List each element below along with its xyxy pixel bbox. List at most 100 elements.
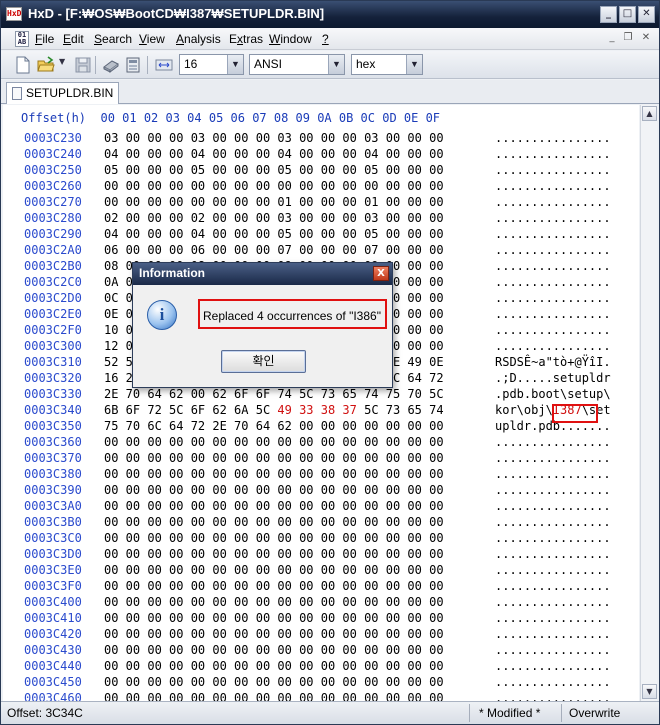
row-bytes[interactable]: 00 00 00 00 00 00 00 00 00 00 00 00 00 0… <box>104 563 444 577</box>
scroll-down-icon[interactable]: ▼ <box>642 684 657 699</box>
row-bytes[interactable]: 00 00 00 00 00 00 00 00 00 00 00 00 00 0… <box>104 579 444 593</box>
row-bytes[interactable]: 00 00 00 00 00 00 00 00 00 00 00 00 00 0… <box>104 691 444 701</box>
hex-row[interactable]: 0003C340 6B 6F 72 5C 6F 62 6A 5C 49 33 38… <box>3 403 639 419</box>
row-ascii[interactable]: .;D.....setupldr <box>495 371 611 385</box>
menu-analysis[interactable]: Analysis <box>176 32 221 46</box>
row-ascii[interactable]: ................ <box>495 163 611 177</box>
hex-row[interactable]: 0003C350 75 70 6C 64 72 2E 70 64 62 00 00… <box>3 419 639 435</box>
row-ascii[interactable]: ................ <box>495 307 611 321</box>
row-bytes[interactable]: 00 00 00 00 00 00 00 00 00 00 00 00 00 0… <box>104 627 444 641</box>
row-bytes[interactable]: 05 00 00 00 05 00 00 00 05 00 00 00 05 0… <box>104 163 444 177</box>
row-ascii[interactable]: ................ <box>495 611 611 625</box>
hex-row[interactable]: 0003C3B0 00 00 00 00 00 00 00 00 00 00 00… <box>3 515 639 531</box>
hex-row[interactable]: 0003C3E0 00 00 00 00 00 00 00 00 00 00 00… <box>3 563 639 579</box>
row-ascii[interactable]: ................ <box>495 243 611 257</box>
minimize-icon[interactable]: _ <box>600 6 617 23</box>
hex-row[interactable]: 0003C3A0 00 00 00 00 00 00 00 00 00 00 00… <box>3 499 639 515</box>
row-bytes[interactable]: 00 00 00 00 00 00 00 00 00 00 00 00 00 0… <box>104 675 444 689</box>
menu-edit[interactable]: Edit <box>63 32 84 46</box>
offset-base-select[interactable]: hex ▼ <box>351 54 423 75</box>
row-bytes[interactable]: 00 00 00 00 00 00 00 00 00 00 00 00 00 0… <box>104 643 444 657</box>
dialog-title-bar[interactable]: Information X <box>133 263 392 285</box>
row-bytes[interactable]: 2E 70 64 62 00 62 6F 6F 74 5C 73 65 74 7… <box>104 387 444 401</box>
hex-row[interactable]: 0003C3D0 00 00 00 00 00 00 00 00 00 00 00… <box>3 547 639 563</box>
hex-row[interactable]: 0003C460 00 00 00 00 00 00 00 00 00 00 00… <box>3 691 639 701</box>
hex-row[interactable]: 0003C440 00 00 00 00 00 00 00 00 00 00 00… <box>3 659 639 675</box>
menu-view[interactable]: View <box>139 32 165 46</box>
row-ascii[interactable]: ................ <box>495 563 611 577</box>
row-ascii[interactable]: ................ <box>495 275 611 289</box>
row-bytes[interactable]: 00 00 00 00 00 00 00 00 00 00 00 00 00 0… <box>104 483 444 497</box>
row-ascii[interactable]: ................ <box>495 675 611 689</box>
mdi-minimize-icon[interactable]: _ <box>605 32 619 45</box>
close-icon[interactable]: ✕ <box>638 6 655 23</box>
row-ascii[interactable]: ................ <box>495 579 611 593</box>
row-ascii[interactable]: ................ <box>495 435 611 449</box>
disk-editor-icon[interactable] <box>102 56 120 74</box>
chevron-down-icon[interactable]: ▼ <box>227 55 243 74</box>
row-ascii[interactable]: ................ <box>495 147 611 161</box>
close-icon[interactable]: X <box>373 266 389 281</box>
menu-extras[interactable]: Extras <box>229 32 263 46</box>
hex-row[interactable]: 0003C290 04 00 00 00 04 00 00 00 05 00 00… <box>3 227 639 243</box>
row-bytes[interactable]: 06 00 00 00 06 00 00 00 07 00 00 00 07 0… <box>104 243 444 257</box>
row-bytes[interactable]: 04 00 00 00 04 00 00 00 04 00 00 00 04 0… <box>104 147 444 161</box>
ram-editor-icon[interactable] <box>124 56 142 74</box>
row-bytes[interactable]: 00 00 00 00 00 00 00 00 00 00 00 00 00 0… <box>104 467 444 481</box>
row-ascii[interactable]: ................ <box>495 131 611 145</box>
row-ascii[interactable]: ................ <box>495 595 611 609</box>
hex-row[interactable]: 0003C280 02 00 00 00 02 00 00 00 03 00 00… <box>3 211 639 227</box>
vertical-scrollbar[interactable]: ▲ ▼ <box>640 105 657 701</box>
row-ascii[interactable]: ................ <box>495 531 611 545</box>
hex-row[interactable]: 0003C430 00 00 00 00 00 00 00 00 00 00 00… <box>3 643 639 659</box>
title-bar[interactable]: HxD HxD - [F:₩OS₩BootCD₩I387₩SETUPLDR.BI… <box>1 1 659 28</box>
row-ascii[interactable]: ................ <box>495 659 611 673</box>
row-ascii[interactable]: ................ <box>495 227 611 241</box>
mdi-restore-icon[interactable]: ❐ <box>621 32 635 45</box>
hex-row[interactable]: 0003C240 04 00 00 00 04 00 00 00 04 00 00… <box>3 147 639 163</box>
row-bytes[interactable]: 00 00 00 00 00 00 00 00 00 00 00 00 00 0… <box>104 659 444 673</box>
row-ascii[interactable]: ................ <box>495 451 611 465</box>
charset-select[interactable]: ANSI ▼ <box>249 54 345 75</box>
row-bytes[interactable]: 00 00 00 00 00 00 00 00 00 00 00 00 00 0… <box>104 531 444 545</box>
hex-row[interactable]: 0003C250 05 00 00 00 05 00 00 00 05 00 00… <box>3 163 639 179</box>
row-ascii[interactable]: ................ <box>495 643 611 657</box>
row-bytes[interactable]: 03 00 00 00 03 00 00 00 03 00 00 00 03 0… <box>104 131 444 145</box>
new-file-icon[interactable] <box>14 56 32 74</box>
hex-row[interactable]: 0003C420 00 00 00 00 00 00 00 00 00 00 00… <box>3 627 639 643</box>
hex-row[interactable]: 0003C380 00 00 00 00 00 00 00 00 00 00 00… <box>3 467 639 483</box>
row-bytes[interactable]: 6B 6F 72 5C 6F 62 6A 5C 49 33 38 37 5C 7… <box>104 403 444 417</box>
hex-row[interactable]: 0003C270 00 00 00 00 00 00 00 00 01 00 00… <box>3 195 639 211</box>
row-ascii[interactable]: ................ <box>495 179 611 193</box>
scroll-up-icon[interactable]: ▲ <box>642 106 657 121</box>
bytes-per-row-select[interactable]: 16 ▼ <box>179 54 244 75</box>
row-ascii[interactable]: .pdb.boot\setup\ <box>495 387 611 401</box>
chevron-down-icon[interactable]: ▼ <box>328 55 344 74</box>
row-ascii[interactable]: RSDSÊ~a"tò+@ŸîI. <box>495 355 611 369</box>
chevron-down-icon[interactable]: ▼ <box>406 55 422 74</box>
row-ascii[interactable]: ................ <box>495 323 611 337</box>
hex-row[interactable]: 0003C260 00 00 00 00 00 00 00 00 00 00 00… <box>3 179 639 195</box>
menu-file[interactable]: File <box>35 32 54 46</box>
row-ascii[interactable]: ................ <box>495 339 611 353</box>
row-bytes[interactable]: 00 00 00 00 00 00 00 00 00 00 00 00 00 0… <box>104 595 444 609</box>
hex-row[interactable]: 0003C3F0 00 00 00 00 00 00 00 00 00 00 00… <box>3 579 639 595</box>
row-ascii[interactable]: ................ <box>495 499 611 513</box>
hex-row[interactable]: 0003C450 00 00 00 00 00 00 00 00 00 00 00… <box>3 675 639 691</box>
open-dropdown-icon[interactable]: ▼ <box>59 57 65 66</box>
row-ascii[interactable]: ................ <box>495 547 611 561</box>
save-icon[interactable] <box>74 56 92 74</box>
maximize-icon[interactable]: □ <box>619 6 636 23</box>
hex-row[interactable]: 0003C330 2E 70 64 62 00 62 6F 6F 74 5C 73… <box>3 387 639 403</box>
row-bytes[interactable]: 00 00 00 00 00 00 00 00 01 00 00 00 01 0… <box>104 195 444 209</box>
row-ascii[interactable]: ................ <box>495 211 611 225</box>
row-ascii[interactable]: ................ <box>495 195 611 209</box>
hex-editor[interactable]: Offset(h) 00 01 02 03 04 05 06 07 08 09 … <box>3 105 639 701</box>
row-ascii[interactable]: ................ <box>495 691 611 701</box>
mdi-close-icon[interactable]: ✕ <box>639 32 653 45</box>
menu-search[interactable]: Search <box>94 32 132 46</box>
row-bytes[interactable]: 00 00 00 00 00 00 00 00 00 00 00 00 00 0… <box>104 179 444 193</box>
row-bytes[interactable]: 00 00 00 00 00 00 00 00 00 00 00 00 00 0… <box>104 515 444 529</box>
row-ascii[interactable]: ................ <box>495 483 611 497</box>
hex-row[interactable]: 0003C370 00 00 00 00 00 00 00 00 00 00 00… <box>3 451 639 467</box>
